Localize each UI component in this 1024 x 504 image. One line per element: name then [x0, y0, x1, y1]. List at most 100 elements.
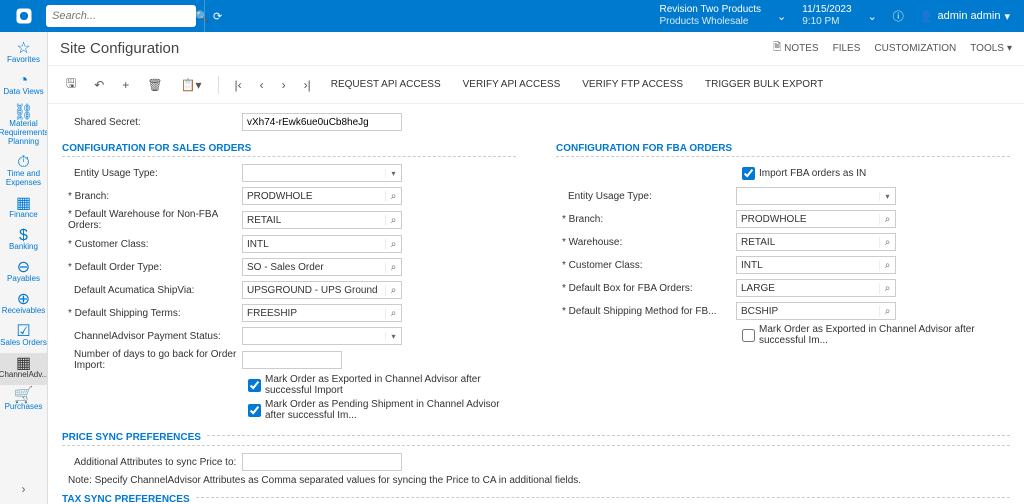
- prev-icon[interactable]: ‹: [254, 74, 270, 96]
- label-payment-status: ChannelAdvisor Payment Status:: [62, 331, 242, 342]
- add-attr-input[interactable]: [242, 453, 402, 471]
- business-date[interactable]: 11/15/2023 9:10 PM: [794, 0, 859, 32]
- mark-exported-label: Mark Order as Exported in Channel Adviso…: [265, 374, 516, 396]
- ship-terms-select[interactable]: FREESHIP⌕: [242, 304, 402, 322]
- num-days-input[interactable]: [242, 351, 342, 369]
- label-box-fba: Default Box for FBA Orders:: [556, 283, 736, 294]
- global-search[interactable]: 🔍: [46, 5, 196, 27]
- label-branch: Branch:: [62, 191, 242, 202]
- price-note: Note: Specify ChannelAdvisor Attributes …: [62, 475, 1010, 486]
- refresh-icon[interactable]: ⟳: [213, 10, 222, 23]
- chevron-down-icon: ▾: [879, 192, 895, 201]
- save-icon[interactable]: 🖫: [60, 70, 82, 99]
- ship-fb-select[interactable]: BCSHIP⌕: [736, 302, 896, 320]
- sidebar-item-dataviews[interactable]: ◔Data Views: [0, 70, 48, 102]
- delete-icon[interactable]: 🗑: [141, 74, 168, 96]
- tools-link[interactable]: TOOLS ▾: [970, 43, 1012, 54]
- search-icon: ⌕: [385, 262, 401, 273]
- label-entity-usage: Entity Usage Type:: [62, 168, 242, 179]
- label-num-days: Number of days to go back for Order Impo…: [62, 349, 242, 371]
- sidebar-item-payables[interactable]: ⊖Payables: [0, 257, 48, 289]
- chevron-down-icon[interactable]: ⌄: [860, 10, 885, 23]
- mark-exported-r-checkbox[interactable]: [742, 329, 755, 342]
- section-fba-orders: CONFIGURATION FOR FBA ORDERS: [556, 143, 1010, 157]
- label-cust-class-r: Customer Class:: [556, 260, 736, 271]
- label-ship-terms: Default Shipping Terms:: [62, 308, 242, 319]
- default-wh-select[interactable]: RETAIL⌕: [242, 211, 402, 229]
- search-icon: ⌕: [385, 191, 401, 202]
- sidebar-item-banking[interactable]: $Banking: [0, 225, 48, 257]
- request-api-button[interactable]: REQUEST API ACCESS: [323, 75, 449, 94]
- search-icon: ⌕: [879, 283, 895, 294]
- entity-usage-r-select[interactable]: ▾: [736, 187, 896, 205]
- last-icon[interactable]: ›|: [298, 74, 317, 96]
- sidebar-item-sales[interactable]: ☑Sales Orders: [0, 321, 48, 353]
- files-link[interactable]: FILES: [833, 43, 861, 54]
- verify-api-button[interactable]: VERIFY API ACCESS: [455, 75, 569, 94]
- sidebar: ☆Favorites ◔Data Views ⛓Material Require…: [0, 32, 48, 504]
- sidebar-item-channeladv[interactable]: ▦ChannelAdv...: [0, 353, 48, 385]
- search-icon: ⌕: [385, 308, 401, 319]
- notes-link[interactable]: 🗎NOTES: [773, 40, 819, 57]
- label-entity-usage-r: Entity Usage Type:: [556, 191, 736, 202]
- clipboard-icon[interactable]: 📋▾: [175, 74, 208, 96]
- sidebar-item-receivables[interactable]: ⊕Receivables: [0, 289, 48, 321]
- notes-icon: 🗎: [773, 40, 781, 57]
- search-icon: ⌕: [879, 260, 895, 271]
- sidebar-expand-icon[interactable]: ›: [14, 474, 34, 504]
- trigger-bulk-button[interactable]: TRIGGER BULK EXPORT: [697, 75, 831, 94]
- label-add-attr: Additional Attributes to sync Price to:: [62, 457, 242, 468]
- label-shared-secret: Shared Secret:: [62, 117, 242, 128]
- sidebar-item-favorites[interactable]: ☆Favorites: [0, 38, 48, 70]
- mark-pending-checkbox[interactable]: [248, 404, 261, 417]
- payment-status-select[interactable]: ▾: [242, 327, 402, 345]
- app-logo[interactable]: [6, 0, 42, 32]
- label-order-type: Default Order Type:: [62, 262, 242, 273]
- shipvia-select[interactable]: UPSGROUND - UPS Ground⌕: [242, 281, 402, 299]
- first-icon[interactable]: |‹: [229, 74, 248, 96]
- top-bar: 🔍 ⟳ Revision Two Products Products Whole…: [0, 0, 1024, 32]
- chevron-down-icon: ▾: [385, 169, 401, 178]
- box-fba-select[interactable]: LARGE⌕: [736, 279, 896, 297]
- sidebar-item-purchases[interactable]: 🛒Purchases: [0, 385, 48, 417]
- customization-link[interactable]: CUSTOMIZATION: [874, 43, 956, 54]
- branch-select[interactable]: PRODWHOLE⌕: [242, 187, 402, 205]
- help-icon[interactable]: ⓘ: [885, 8, 912, 24]
- search-icon: 🔍: [195, 10, 209, 23]
- branch-r-select[interactable]: PRODWHOLE⌕: [736, 210, 896, 228]
- sidebar-item-time[interactable]: ⏱Time and Expenses: [0, 152, 48, 193]
- label-ship-fb: Default Shipping Method for FB...: [556, 306, 736, 317]
- import-fba-checkbox[interactable]: [742, 167, 755, 180]
- toolbar: 🖫 ↶ + 🗑 📋▾ |‹ ‹ › ›| REQUEST API ACCESS …: [48, 66, 1024, 104]
- verify-ftp-button[interactable]: VERIFY FTP ACCESS: [574, 75, 691, 94]
- order-type-select[interactable]: SO - Sales Order⌕: [242, 258, 402, 276]
- company-selector[interactable]: Revision Two Products Products Wholesale: [652, 0, 770, 32]
- user-icon: 👤: [920, 10, 934, 23]
- label-shipvia: Default Acumatica ShipVia:: [62, 285, 242, 296]
- entity-usage-select[interactable]: ▾: [242, 164, 402, 182]
- search-icon: ⌕: [879, 237, 895, 248]
- sidebar-item-mrp[interactable]: ⛓Material Requirements Planning: [0, 102, 48, 152]
- chevron-down-icon: ▾: [385, 332, 401, 341]
- search-icon: ⌕: [879, 306, 895, 317]
- chevron-down-icon[interactable]: ⌄: [769, 10, 794, 23]
- company-branch: Products Wholesale: [660, 16, 762, 28]
- customer-class-select[interactable]: INTL⌕: [242, 235, 402, 253]
- search-icon: ⌕: [385, 239, 401, 250]
- next-icon[interactable]: ›: [276, 74, 292, 96]
- user-menu[interactable]: 👤 admin admin ▾: [912, 10, 1018, 23]
- add-icon[interactable]: +: [116, 74, 135, 96]
- mark-pending-label: Mark Order as Pending Shipment in Channe…: [265, 399, 516, 421]
- label-branch-r: Branch:: [556, 214, 736, 225]
- shared-secret-input[interactable]: [242, 113, 402, 131]
- warehouse-select[interactable]: RETAIL⌕: [736, 233, 896, 251]
- time-value: 9:10 PM: [802, 16, 851, 28]
- page-title: Site Configuration: [60, 40, 759, 57]
- label-default-wh: Default Warehouse for Non-FBA Orders:: [62, 209, 242, 231]
- user-name: admin admin: [937, 10, 1000, 22]
- undo-icon[interactable]: ↶: [88, 74, 110, 96]
- search-input[interactable]: [52, 10, 195, 22]
- mark-exported-checkbox[interactable]: [248, 379, 261, 392]
- cust-class-r-select[interactable]: INTL⌕: [736, 256, 896, 274]
- sidebar-item-finance[interactable]: ▦Finance: [0, 193, 48, 225]
